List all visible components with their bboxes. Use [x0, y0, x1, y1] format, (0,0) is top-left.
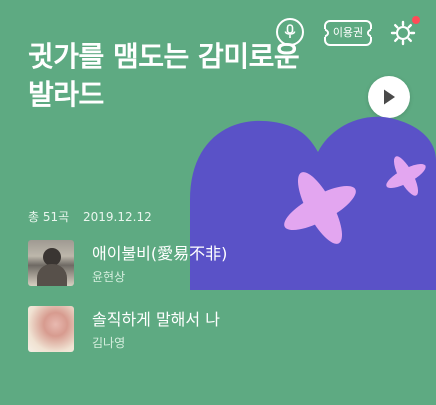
track-title: 솔직하게 말해서 나: [92, 310, 220, 329]
album-art: [28, 306, 74, 352]
track-row[interactable]: 애이불비(愛易不非) 윤현상: [28, 240, 408, 292]
track-artist: 윤현상: [92, 270, 126, 284]
playlist-page: 이용권 귓가를 맴도는 감미로운 발라드 총 51곡 2019.12.12 애이…: [0, 0, 436, 405]
album-art: [28, 240, 74, 286]
playlist-meta: 총 51곡 2019.12.12: [28, 208, 162, 225]
track-title: 애이불비(愛易不非): [92, 244, 228, 263]
ticket-button[interactable]: 이용권: [324, 20, 372, 46]
title-line-2: 발라드: [28, 78, 104, 111]
play-icon: [384, 89, 395, 105]
track-row[interactable]: 솔직하게 말해서 나 김나영: [28, 306, 408, 358]
ticket-label: 이용권: [332, 26, 364, 39]
playlist-title: 귓가를 맴도는 감미로운 발라드: [28, 38, 318, 114]
settings-icon[interactable]: [390, 20, 416, 46]
track-count: 총 51곡: [28, 210, 70, 224]
notification-dot: [412, 16, 420, 24]
title-line-1: 귓가를 맴도는 감미로운: [28, 40, 300, 73]
updated-date: 2019.12.12: [83, 210, 152, 224]
track-artist: 김나영: [92, 336, 126, 350]
